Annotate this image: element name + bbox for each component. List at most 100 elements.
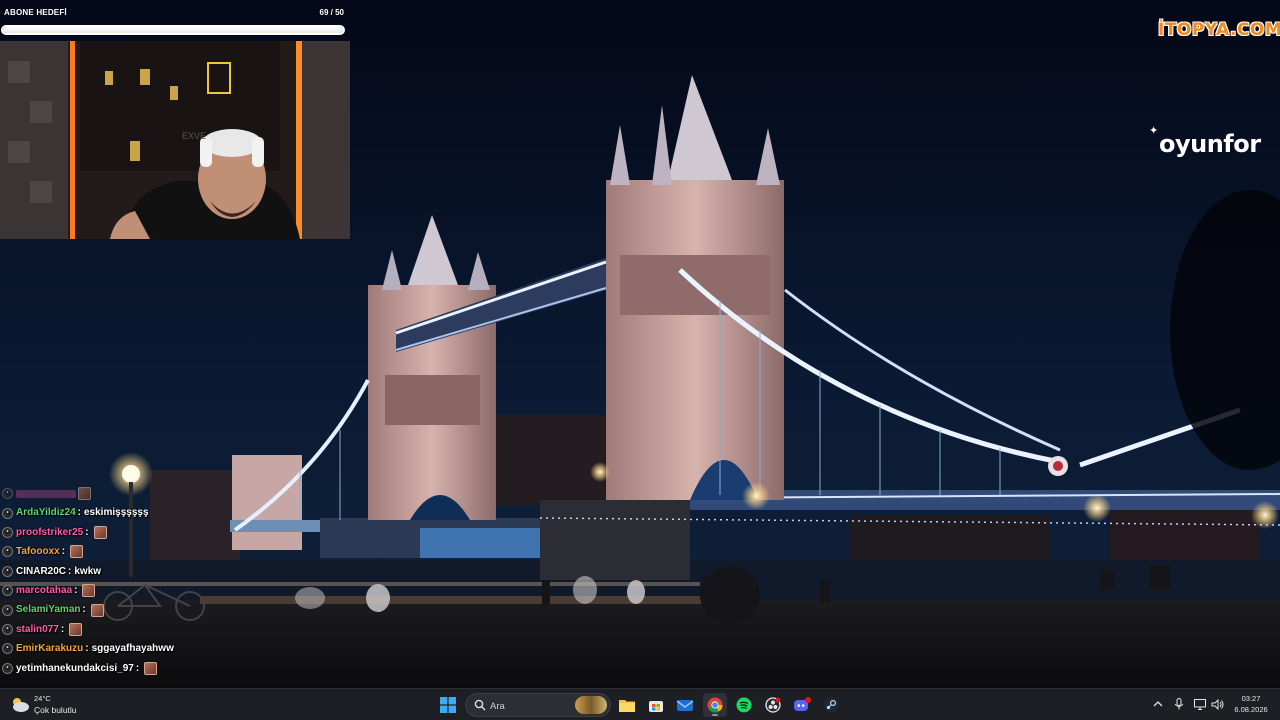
search-highlight-icon xyxy=(575,696,607,714)
microphone-icon xyxy=(1174,698,1184,710)
chat-line: • CINAR20C: kwkw xyxy=(2,562,242,581)
chrome-icon xyxy=(707,697,723,713)
chat-emote-icon xyxy=(70,545,84,559)
show-hidden-icons-button[interactable] xyxy=(1151,697,1165,711)
user-badge-icon: • xyxy=(2,623,13,635)
user-badge-icon: • xyxy=(2,604,13,616)
chat-username: yetimhanekundakcisi_97 xyxy=(16,662,134,674)
cloud-sun-icon xyxy=(13,698,29,712)
obs-button[interactable] xyxy=(761,693,785,717)
chat-line: • stalin077: xyxy=(2,620,242,639)
subscriber-goal-widget: ABONE HEDEFİ 69 / 50 xyxy=(0,6,350,40)
volume-icon xyxy=(1211,698,1223,710)
chat-separator: : xyxy=(60,623,65,635)
microsoft-store-icon xyxy=(649,701,663,712)
chat-line: • Tafoooxx: xyxy=(2,542,242,561)
chat-separator: : xyxy=(74,584,78,596)
display-button[interactable] xyxy=(1193,697,1207,711)
subscriber-goal-title: ABONE HEDEFİ xyxy=(4,8,67,17)
chat-line: • EmirKarakuzu: sggayafhayahww xyxy=(2,639,242,658)
chat-username: ArdaYildiz24 xyxy=(16,507,76,519)
discord-button[interactable] xyxy=(790,693,814,717)
user-badge-icon: • xyxy=(2,565,13,577)
chat-emote-icon xyxy=(69,622,83,636)
chat-emote-icon xyxy=(93,525,107,539)
volume-button[interactable] xyxy=(1210,697,1224,711)
user-badge-icon: • xyxy=(2,643,13,655)
chat-emote-icon xyxy=(144,661,158,675)
chat-line: • SelamiYaman: xyxy=(2,600,242,619)
chat-username: Tafoooxx xyxy=(16,546,60,558)
chat-separator: : xyxy=(135,662,140,674)
oyunfor-logo-text: oyunfor xyxy=(1159,130,1261,158)
discord-icon xyxy=(794,697,811,711)
chat-username-faded xyxy=(16,489,76,498)
steam-icon xyxy=(823,697,839,713)
weather-condition: Çok bulutlu xyxy=(34,705,77,715)
spotify-button[interactable] xyxy=(732,693,756,717)
weather-temperature: 24°C xyxy=(34,694,51,703)
windows-taskbar: 24°C Çok bulutlu Ara 03:27 6.08.2026 xyxy=(0,688,1280,720)
chat-overlay: • • ArdaYildiz24: eskimişşşşşş • proofstrike… xyxy=(2,484,242,678)
chat-line: • yetimhanekundakcisi_97: xyxy=(2,659,242,678)
mail-button[interactable] xyxy=(673,693,697,717)
spotify-icon xyxy=(736,697,752,713)
oyunfor-logo: ✦ oyunfor xyxy=(1149,124,1261,158)
chat-username: proofstriker25 xyxy=(16,526,84,538)
clock-date: 6.08.2026 xyxy=(1234,705,1268,714)
user-badge-icon: • xyxy=(2,488,13,500)
itopya-logo: İTOPYA.COM xyxy=(1158,20,1280,40)
running-indicator xyxy=(712,714,718,716)
mail-icon xyxy=(677,700,693,711)
microphone-button[interactable] xyxy=(1172,697,1186,711)
chat-separator: : xyxy=(85,526,89,538)
chat-emote-icon xyxy=(90,603,104,617)
svg-text:EXVE: EXVE xyxy=(182,131,206,141)
start-button[interactable] xyxy=(436,693,460,717)
chat-separator: : xyxy=(68,565,72,577)
search-input[interactable] xyxy=(488,697,572,715)
chat-line: • proofstriker25: xyxy=(2,523,242,542)
user-badge-icon: • xyxy=(2,662,13,674)
user-badge-icon: • xyxy=(2,585,13,597)
chat-line-faded: • xyxy=(2,484,242,503)
chat-message: kwkw xyxy=(74,565,102,577)
chevron-up-icon xyxy=(1153,701,1163,707)
sparkle-icon: ✦ xyxy=(1149,124,1158,137)
chat-username: EmirKarakuzu xyxy=(16,643,84,655)
chat-message: eskimişşşşşş xyxy=(84,507,149,519)
subscriber-goal-progress-bar xyxy=(1,25,345,35)
chat-separator: : xyxy=(85,643,89,655)
subscriber-goal-count: 69 / 50 xyxy=(319,8,344,17)
display-icon xyxy=(1194,698,1206,710)
user-badge-icon: • xyxy=(2,526,13,538)
steam-button[interactable] xyxy=(819,693,843,717)
microsoft-store-button[interactable] xyxy=(644,693,668,717)
windows-start-icon xyxy=(440,697,456,713)
file-explorer-icon xyxy=(619,700,635,712)
user-badge-icon: • xyxy=(2,507,13,519)
webcam-image: EXVE xyxy=(0,41,350,239)
chat-username: SelamiYaman xyxy=(16,604,81,616)
chrome-button[interactable] xyxy=(703,693,727,717)
chat-separator: : xyxy=(77,507,81,519)
search-icon xyxy=(474,699,486,711)
chat-username: CINAR20C xyxy=(16,565,67,577)
streamer-webcam: EXVE xyxy=(0,41,350,239)
weather-widget[interactable]: 24°C Çok bulutlu xyxy=(10,693,100,717)
taskbar-search[interactable] xyxy=(465,693,611,717)
chat-username: stalin077 xyxy=(16,623,59,635)
subscriber-goal-progress-fill xyxy=(3,27,343,33)
user-badge-icon: • xyxy=(2,546,13,558)
chat-line: • marcotahaa: xyxy=(2,581,242,600)
file-explorer-button[interactable] xyxy=(615,693,639,717)
chat-emote-icon xyxy=(78,487,91,501)
chat-separator: : xyxy=(82,604,86,616)
clock-time: 03:27 xyxy=(1241,694,1261,703)
chat-message: sggayafhayahww xyxy=(91,643,174,655)
obs-icon xyxy=(765,697,781,713)
chat-emote-icon xyxy=(82,584,96,598)
taskbar-clock[interactable]: 03:27 6.08.2026 xyxy=(1228,693,1274,715)
chat-line: • ArdaYildiz24: eskimişşşşşş xyxy=(2,503,242,522)
chat-separator: : xyxy=(61,546,66,558)
